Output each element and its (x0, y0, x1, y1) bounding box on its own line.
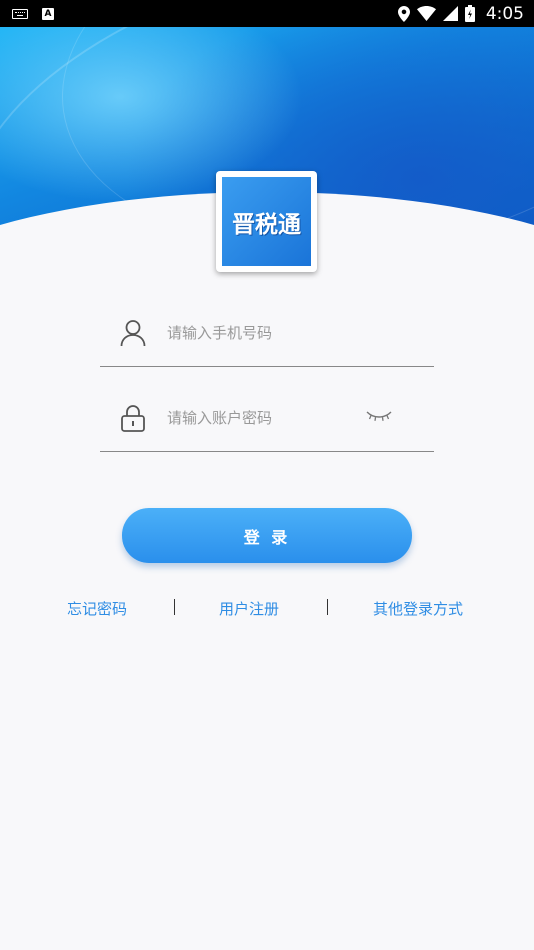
wifi-icon (416, 6, 436, 21)
status-bar: A 4:05 (0, 0, 534, 27)
eye-closed-icon[interactable] (366, 409, 392, 423)
status-clock: 4:05 (485, 3, 524, 24)
location-icon (397, 5, 410, 22)
link-divider (327, 599, 328, 615)
user-icon (120, 320, 146, 347)
phone-field[interactable] (100, 316, 434, 367)
login-button[interactable]: 登 录 (122, 508, 412, 563)
lock-icon (121, 405, 145, 432)
battery-icon (464, 5, 475, 22)
forgot-password-link[interactable]: 忘记密码 (67, 598, 127, 619)
other-login-link[interactable]: 其他登录方式 (373, 598, 463, 619)
link-divider (174, 599, 175, 615)
signal-icon (442, 6, 458, 21)
auth-links: 忘记密码 用户注册 其他登录方式 (0, 598, 534, 618)
app-logo-tile: 晋税通 (222, 177, 311, 266)
phone-input[interactable] (167, 320, 367, 346)
keyboard-icon (12, 8, 28, 19)
app-logo-text: 晋税通 (232, 211, 301, 238)
app-logo: 晋税通 (216, 171, 317, 272)
password-field[interactable] (100, 401, 434, 452)
status-bar-right: 4:05 (397, 0, 524, 27)
register-link[interactable]: 用户注册 (219, 598, 279, 619)
a-notification-icon: A (42, 7, 54, 20)
status-bar-left: A (12, 0, 54, 27)
password-input[interactable] (167, 405, 367, 431)
